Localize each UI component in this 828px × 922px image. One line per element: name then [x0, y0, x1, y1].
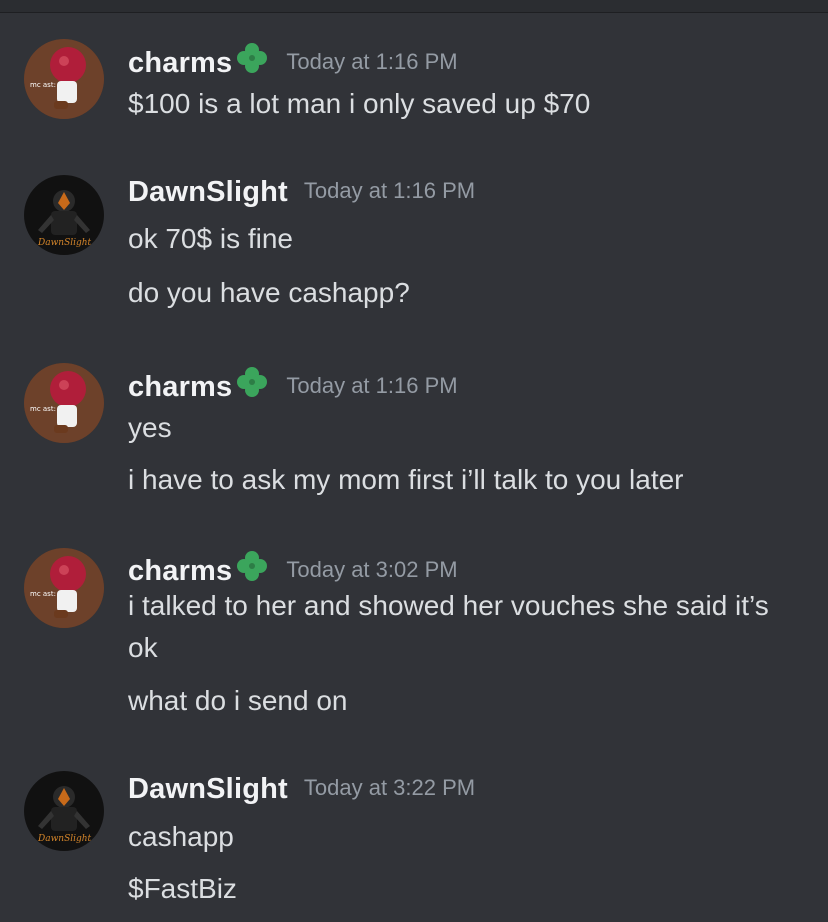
message-text: yes — [128, 412, 172, 443]
timestamp[interactable]: Today at 3:22 PM — [304, 775, 475, 800]
message-text: what do i send on — [128, 685, 348, 716]
message-header: charms Today at 3:02 PM — [128, 548, 458, 588]
message-header: DawnSlight Today at 3:22 PM — [128, 773, 475, 806]
username[interactable]: DawnSlight — [128, 176, 288, 208]
four-leaf-clover-icon — [234, 40, 270, 80]
timestamp[interactable]: Today at 3:02 PM — [286, 557, 457, 582]
avatar[interactable]: mc ast: — [24, 363, 104, 443]
message-text: do you have cashapp? — [128, 277, 410, 308]
message-header: charms Today at 1:16 PM — [128, 364, 458, 404]
username[interactable]: charms — [128, 555, 232, 587]
avatar-caption: mc ast: — [30, 405, 56, 413]
username[interactable]: DawnSlight — [128, 773, 288, 805]
timestamp[interactable]: Today at 1:16 PM — [286, 49, 457, 74]
message-text: cashapp — [128, 821, 234, 852]
timestamp[interactable]: Today at 1:16 PM — [286, 373, 457, 398]
message-text: $100 is a lot man i only saved up $70 — [128, 88, 591, 119]
avatar-caption: mc ast: — [30, 81, 56, 89]
message-text: i have to ask my mom first i’ll talk to … — [128, 464, 684, 495]
avatar[interactable]: mc ast: — [24, 39, 104, 119]
message-text: ok 70$ is fine — [128, 223, 293, 254]
message-header: charms Today at 1:16 PM — [128, 40, 458, 80]
avatar-caption: DawnSlight — [37, 238, 92, 248]
message-text: $FastBiz — [128, 873, 237, 904]
channel-top-bar — [0, 0, 828, 13]
username[interactable]: charms — [128, 47, 232, 79]
avatar-caption: DawnSlight — [37, 834, 92, 844]
avatar[interactable]: DawnSlight — [24, 771, 104, 851]
avatar[interactable]: DawnSlight — [24, 175, 104, 255]
avatar[interactable]: mc ast: — [24, 548, 104, 628]
message-text: i talked to her and showed her vouches s… — [128, 590, 769, 663]
avatar-caption: mc ast: — [30, 590, 56, 598]
timestamp[interactable]: Today at 1:16 PM — [304, 178, 475, 203]
four-leaf-clover-icon — [234, 548, 270, 588]
message-list[interactable]: mc ast: charms Today at 1:16 PM $100 is a… — [0, 13, 828, 922]
four-leaf-clover-icon — [234, 364, 270, 404]
message-header: DawnSlight Today at 1:16 PM — [128, 176, 475, 209]
username[interactable]: charms — [128, 371, 232, 403]
